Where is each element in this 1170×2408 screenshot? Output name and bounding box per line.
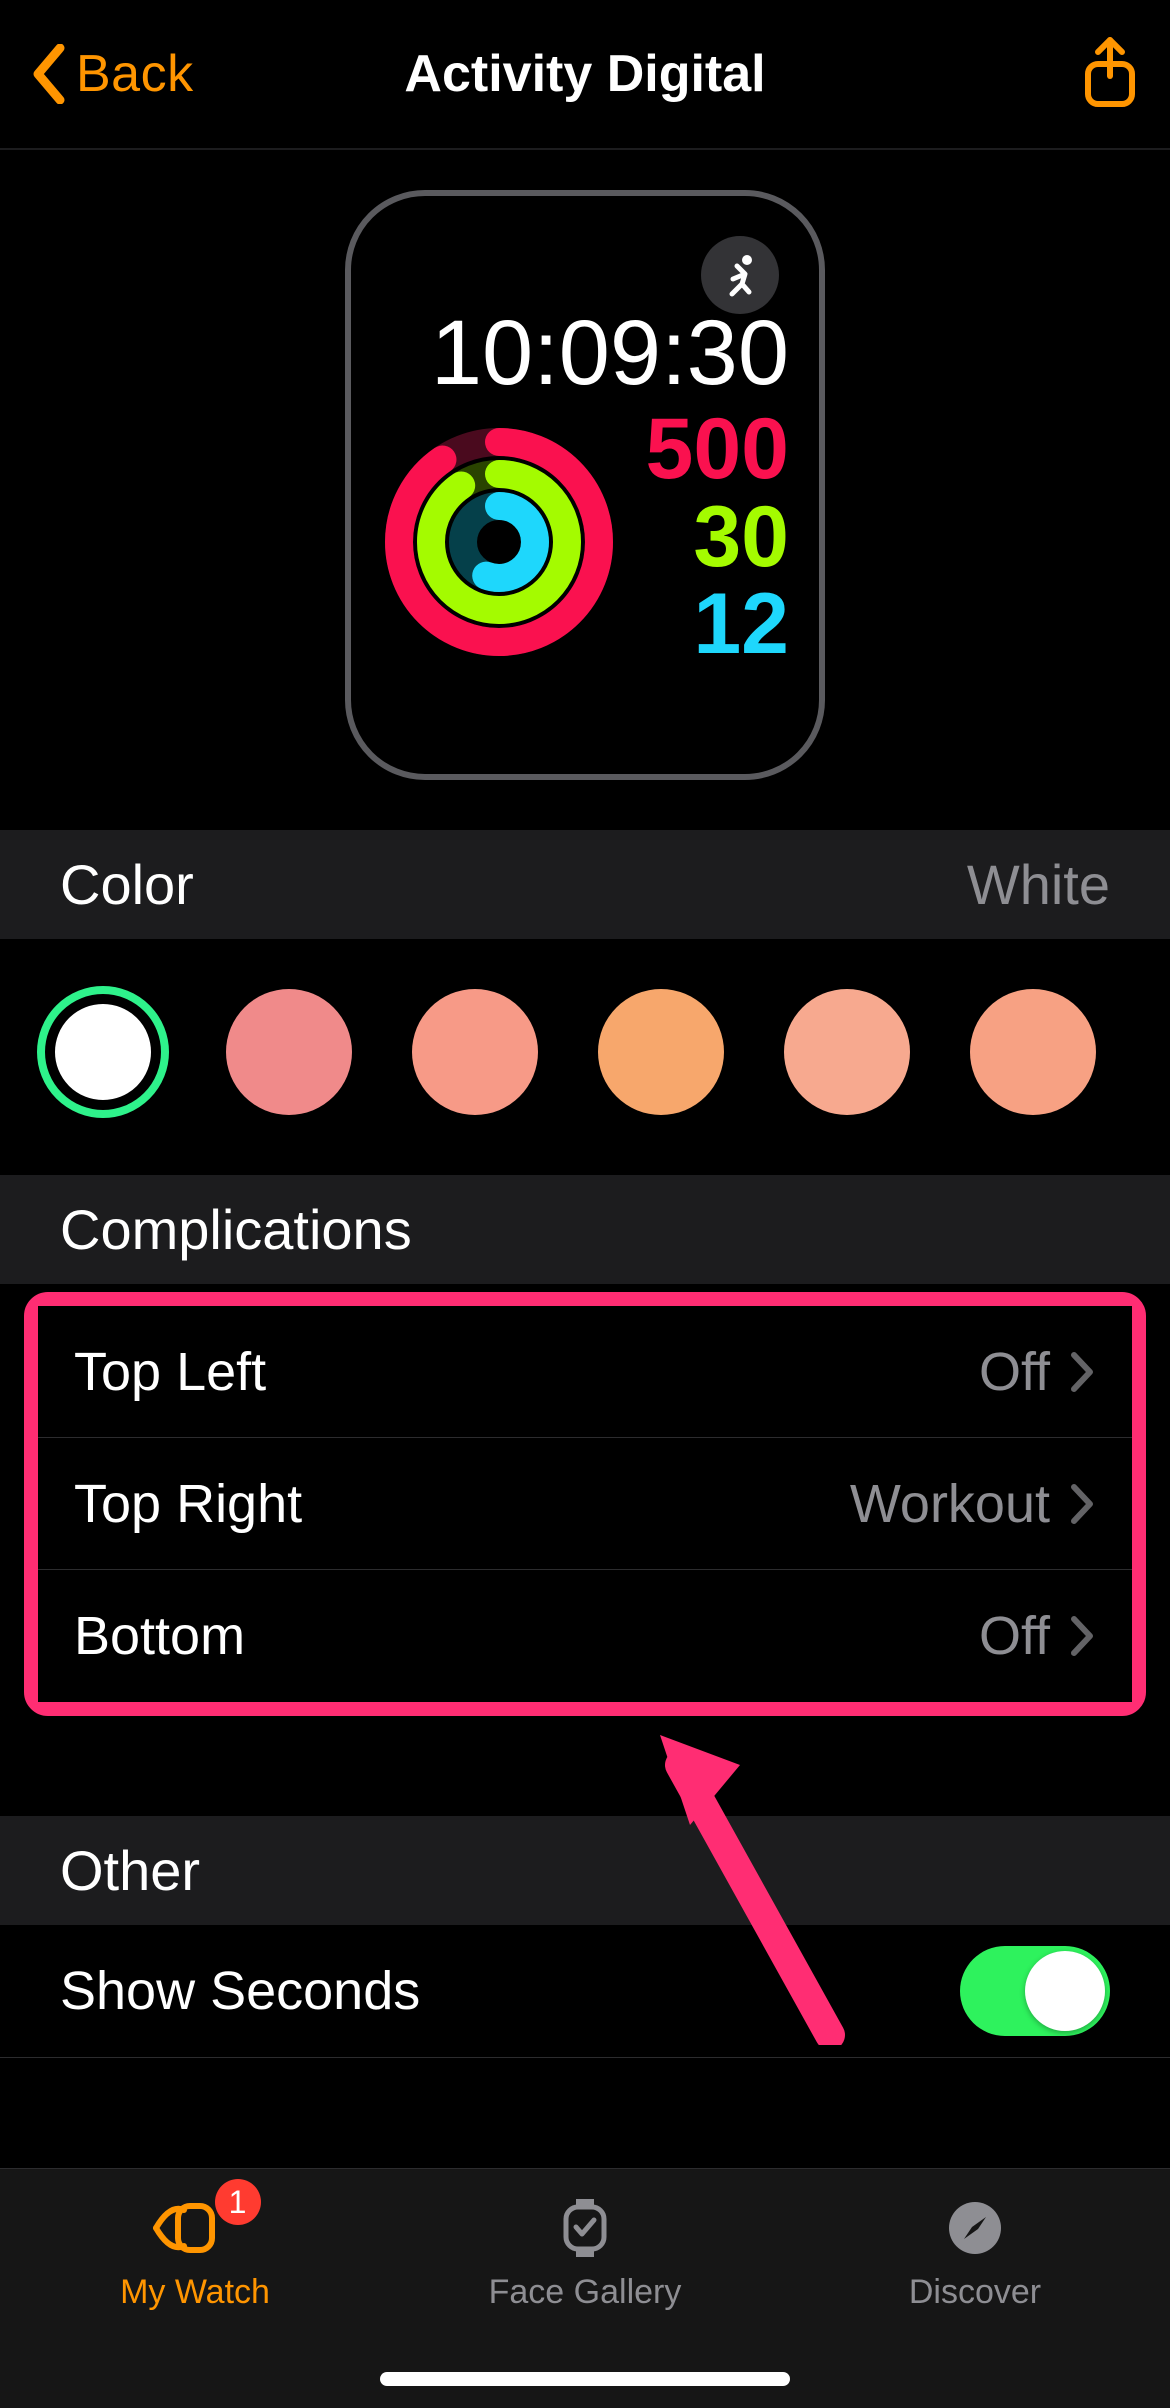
complication-bottom[interactable]: Bottom Off [38,1570,1132,1702]
watchface: 10:09:30 500 30 12 [345,190,825,780]
toggle-knob [1025,1951,1105,2031]
chevron-right-icon [1070,1615,1096,1657]
workout-icon [717,252,763,298]
tab-label: My Watch [120,2273,270,2312]
tab-discover[interactable]: Discover [780,2169,1170,2408]
share-icon [1080,34,1140,110]
show-seconds-row: Show Seconds [0,1925,1170,2057]
color-selected-name: White [967,852,1110,917]
color-header-label: Color [60,852,194,917]
back-button[interactable]: Back [30,44,194,104]
complication-top-left[interactable]: Top Left Off [38,1306,1132,1438]
navbar: Back Activity Digital [0,0,1170,150]
tabbar: 1 My Watch Face Gallery Discover [0,2168,1170,2408]
color-swatch[interactable] [598,989,724,1115]
color-section-header: Color White [0,830,1170,939]
complications-list: Top Left Off Top Right Workout Bottom Of… [38,1306,1132,1702]
annotation-highlight: Top Left Off Top Right Workout Bottom Of… [24,1292,1146,1716]
share-button[interactable] [1080,34,1140,115]
row-value: Workout [850,1473,1050,1535]
color-swatch[interactable] [412,989,538,1115]
compass-icon [946,2199,1004,2257]
complications-header-label: Complications [60,1197,412,1262]
chevron-right-icon [1070,1483,1096,1525]
chevron-left-icon [30,44,66,104]
show-seconds-label: Show Seconds [60,1960,420,2022]
tab-label: Face Gallery [489,2273,682,2312]
back-label: Back [76,44,194,104]
face-gallery-icon [560,2197,610,2259]
tab-label: Discover [909,2273,1041,2312]
color-swatch[interactable] [970,989,1096,1115]
tab-my-watch[interactable]: 1 My Watch [0,2169,390,2408]
row-label: Top Right [74,1473,302,1535]
other-header-label: Other [60,1838,200,1903]
show-seconds-toggle[interactable] [960,1946,1110,2036]
color-swatch[interactable] [784,989,910,1115]
color-swatches-row[interactable] [0,939,1170,1175]
complication-top-right[interactable]: Top Right Workout [38,1438,1132,1570]
activity-rings-icon [385,428,613,656]
other-list: Show Seconds [0,1925,1170,2057]
home-indicator[interactable] [380,2372,790,2386]
row-value: Off [979,1341,1050,1403]
stand-value: 12 [646,581,790,669]
activity-metrics: 500 30 12 [646,406,790,669]
color-swatch-white[interactable] [45,994,161,1110]
exercise-value: 30 [646,494,790,582]
row-label: Top Left [74,1341,266,1403]
complications-section-header: Complications [0,1175,1170,1284]
tab-badge: 1 [215,2179,261,2225]
chevron-right-icon [1070,1351,1096,1393]
row-value: Off [979,1605,1050,1667]
time-display: 10:09:30 [351,301,789,406]
watchface-preview: 10:09:30 500 30 12 [0,150,1170,830]
other-section-header: Other [0,1816,1170,1925]
move-value: 500 [646,406,790,494]
color-swatch[interactable] [226,989,352,1115]
row-label: Bottom [74,1605,245,1667]
